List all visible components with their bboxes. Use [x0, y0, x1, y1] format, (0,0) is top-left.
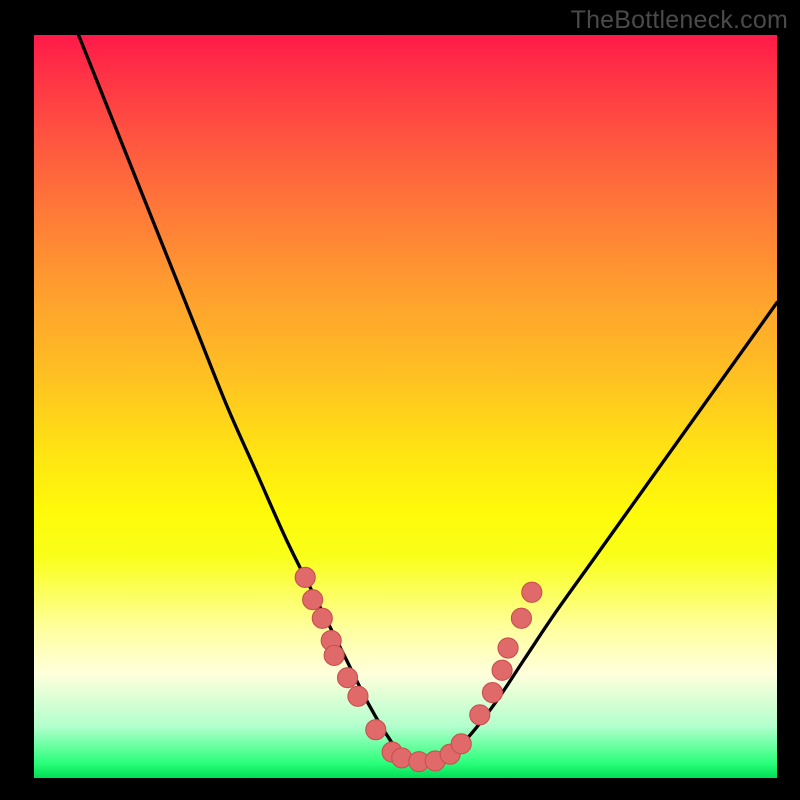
curve-marker [312, 608, 332, 628]
curve-marker [295, 567, 315, 587]
curve-marker [492, 660, 512, 680]
plot-area [34, 35, 777, 778]
curve-marker [338, 668, 358, 688]
curve-marker [303, 590, 323, 610]
watermark-text: TheBottleneck.com [571, 6, 788, 35]
curve-marker [392, 748, 412, 768]
curve-marker [348, 686, 368, 706]
curve-marker [470, 705, 490, 725]
curve-markers [295, 567, 542, 771]
curve-marker [482, 683, 502, 703]
curve-marker [451, 734, 471, 754]
curve-marker [522, 582, 542, 602]
curve-marker [498, 638, 518, 658]
bottleneck-curve [79, 35, 777, 763]
curve-marker [366, 720, 386, 740]
curve-marker [324, 645, 344, 665]
curve-marker [511, 608, 531, 628]
chart-frame: TheBottleneck.com [0, 0, 800, 800]
chart-svg [34, 35, 777, 778]
